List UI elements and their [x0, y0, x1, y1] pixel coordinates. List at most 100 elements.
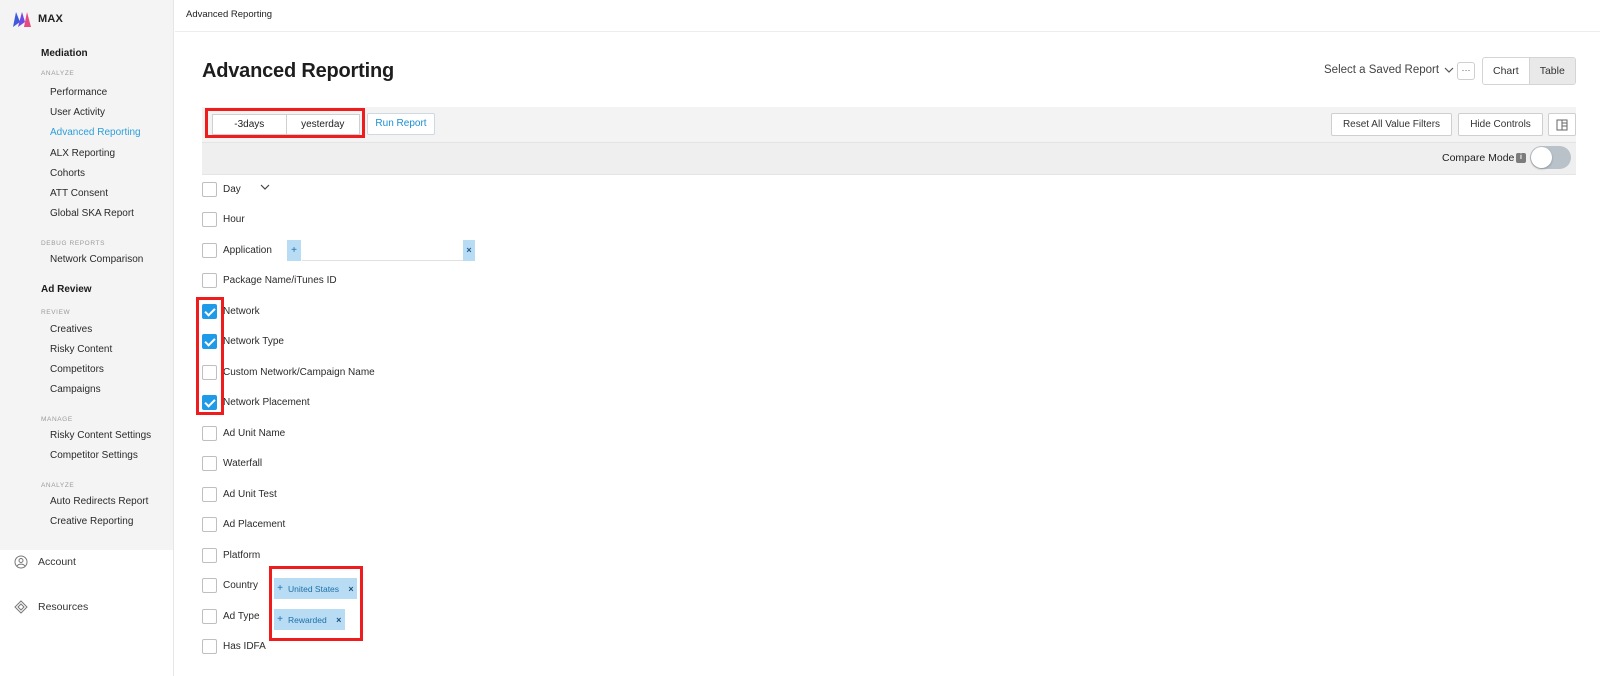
dim-label-ad-unit-test: Ad Unit Test [223, 489, 277, 500]
sidebar: MAX Mediation ANALYZE Performance User A… [0, 0, 174, 676]
dim-label-country: Country [223, 580, 259, 591]
view-toggle: Chart Table [1482, 57, 1576, 85]
hide-controls-button[interactable]: Hide Controls [1458, 113, 1543, 136]
ad-type-chip-remove[interactable]: × [333, 615, 345, 625]
chevron-down-icon [1444, 67, 1454, 73]
sidebar-item-creatives[interactable]: Creatives [50, 324, 92, 335]
saved-report-select[interactable]: Select a Saved Report [1324, 64, 1454, 76]
page-title: Advanced Reporting [202, 60, 394, 82]
dim-label-custom-network: Custom Network/Campaign Name [223, 367, 375, 378]
end-date-field[interactable]: yesterday [285, 115, 360, 134]
sidebar-item-competitors[interactable]: Competitors [50, 364, 104, 375]
checkbox-country[interactable] [202, 578, 217, 593]
application-filter-remove[interactable]: × [463, 240, 475, 261]
account-icon [14, 555, 28, 569]
columns-icon [1556, 119, 1568, 131]
sidebar-item-network-comparison[interactable]: Network Comparison [50, 254, 143, 265]
dim-label-has-idfa: Has IDFA [223, 641, 266, 652]
compare-row [202, 142, 1576, 175]
dim-label-day: Day [223, 184, 241, 195]
dim-label-ad-placement: Ad Placement [223, 519, 286, 530]
dim-label-package-name: Package Name/iTunes ID [223, 275, 337, 286]
top-bar: Advanced Reporting [175, 0, 1600, 32]
max-logo-icon [13, 12, 31, 27]
dim-label-ad-unit-name: Ad Unit Name [223, 428, 286, 439]
dim-label-hour: Hour [223, 214, 245, 225]
dim-label-waterfall: Waterfall [223, 458, 263, 469]
nav-category-debug-reports: DEBUG REPORTS [41, 240, 106, 247]
info-icon[interactable]: i [1516, 153, 1526, 163]
dim-label-network: Network [223, 306, 260, 317]
nav-category-review: REVIEW [41, 309, 71, 316]
application-filter-add[interactable]: + [287, 240, 301, 261]
ad-type-chip-value: Rewarded [288, 614, 327, 625]
country-filter-chip: + United States × [274, 578, 358, 599]
resources-label: Resources [38, 601, 89, 613]
sidebar-item-risky-content[interactable]: Risky Content [50, 344, 112, 355]
sidebar-item-campaigns[interactable]: Campaigns [50, 384, 101, 395]
sidebar-item-user-activity[interactable]: User Activity [50, 107, 105, 118]
sidebar-item-auto-redirects-report[interactable]: Auto Redirects Report [50, 496, 148, 507]
columns-button[interactable] [1548, 113, 1576, 136]
dim-label-platform: Platform [223, 550, 261, 561]
application-filter-input[interactable] [302, 240, 463, 261]
country-chip-value: United States [288, 583, 340, 594]
checkbox-network-placement[interactable] [202, 395, 217, 410]
nav-category-analyze: ANALYZE [41, 70, 75, 77]
dim-label-ad-type: Ad Type [223, 611, 260, 622]
sidebar-item-alx-reporting[interactable]: ALX Reporting [50, 148, 115, 159]
checkbox-custom-network[interactable] [202, 365, 217, 380]
compare-mode-label: Compare Mode [1442, 152, 1515, 164]
checkbox-network-type[interactable] [202, 334, 217, 349]
tab-chart[interactable]: Chart [1483, 58, 1529, 84]
checkbox-has-idfa[interactable] [202, 639, 217, 654]
reset-value-filters-button[interactable]: Reset All Value Filters [1331, 113, 1452, 136]
sidebar-item-advanced-reporting[interactable]: Advanced Reporting [50, 127, 141, 138]
saved-report-label: Select a Saved Report [1324, 64, 1440, 76]
sidebar-item-competitor-settings[interactable]: Competitor Settings [50, 450, 138, 461]
nav-section-ad-review[interactable]: Ad Review [41, 284, 92, 295]
checkbox-day[interactable] [202, 182, 217, 197]
brand-name: MAX [38, 13, 64, 25]
sidebar-account[interactable]: Account [14, 555, 76, 569]
dim-label-network-type: Network Type [223, 336, 284, 347]
country-chip-add[interactable]: + [274, 583, 286, 594]
resources-icon [14, 600, 28, 614]
checkbox-platform[interactable] [202, 548, 217, 563]
date-range: -3days yesterday [212, 114, 360, 135]
checkbox-ad-placement[interactable] [202, 517, 217, 532]
account-label: Account [38, 556, 76, 568]
checkbox-package-name[interactable] [202, 273, 217, 288]
breadcrumb: Advanced Reporting [186, 9, 273, 20]
checkbox-network[interactable] [202, 304, 217, 319]
dim-label-application: Application [223, 245, 272, 256]
more-options-button[interactable]: ··· [1457, 62, 1475, 80]
nav-category-manage: MANAGE [41, 416, 73, 423]
sidebar-item-cohorts[interactable]: Cohorts [50, 168, 85, 179]
checkbox-hour[interactable] [202, 212, 217, 227]
ad-type-filter-chip: + Rewarded × [274, 609, 345, 630]
run-report-button[interactable]: Run Report [367, 113, 435, 135]
checkbox-waterfall[interactable] [202, 456, 217, 471]
nav-section-mediation[interactable]: Mediation [41, 48, 88, 59]
day-chevron-down-icon[interactable] [260, 184, 270, 190]
dim-label-network-placement: Network Placement [223, 397, 310, 408]
sidebar-item-creative-reporting[interactable]: Creative Reporting [50, 516, 133, 527]
sidebar-resources[interactable]: Resources [14, 600, 88, 614]
checkbox-ad-unit-name[interactable] [202, 426, 217, 441]
checkbox-application[interactable] [202, 243, 217, 258]
sidebar-item-att-consent[interactable]: ATT Consent [50, 188, 108, 199]
checkbox-ad-type[interactable] [202, 609, 217, 624]
country-chip-remove[interactable]: × [345, 584, 357, 594]
sidebar-bottom: Account Resources [0, 550, 174, 676]
checkbox-ad-unit-test[interactable] [202, 487, 217, 502]
start-date-field[interactable]: -3days [213, 115, 286, 134]
sidebar-item-performance[interactable]: Performance [50, 87, 107, 98]
sidebar-item-risky-content-settings[interactable]: Risky Content Settings [50, 430, 151, 441]
compare-mode-toggle[interactable] [1530, 146, 1571, 169]
tab-table[interactable]: Table [1528, 58, 1575, 84]
brand[interactable]: MAX [12, 10, 63, 28]
ad-type-chip-add[interactable]: + [274, 614, 286, 625]
sidebar-item-global-ska-report[interactable]: Global SKA Report [50, 208, 134, 219]
toggle-knob [1531, 147, 1552, 168]
